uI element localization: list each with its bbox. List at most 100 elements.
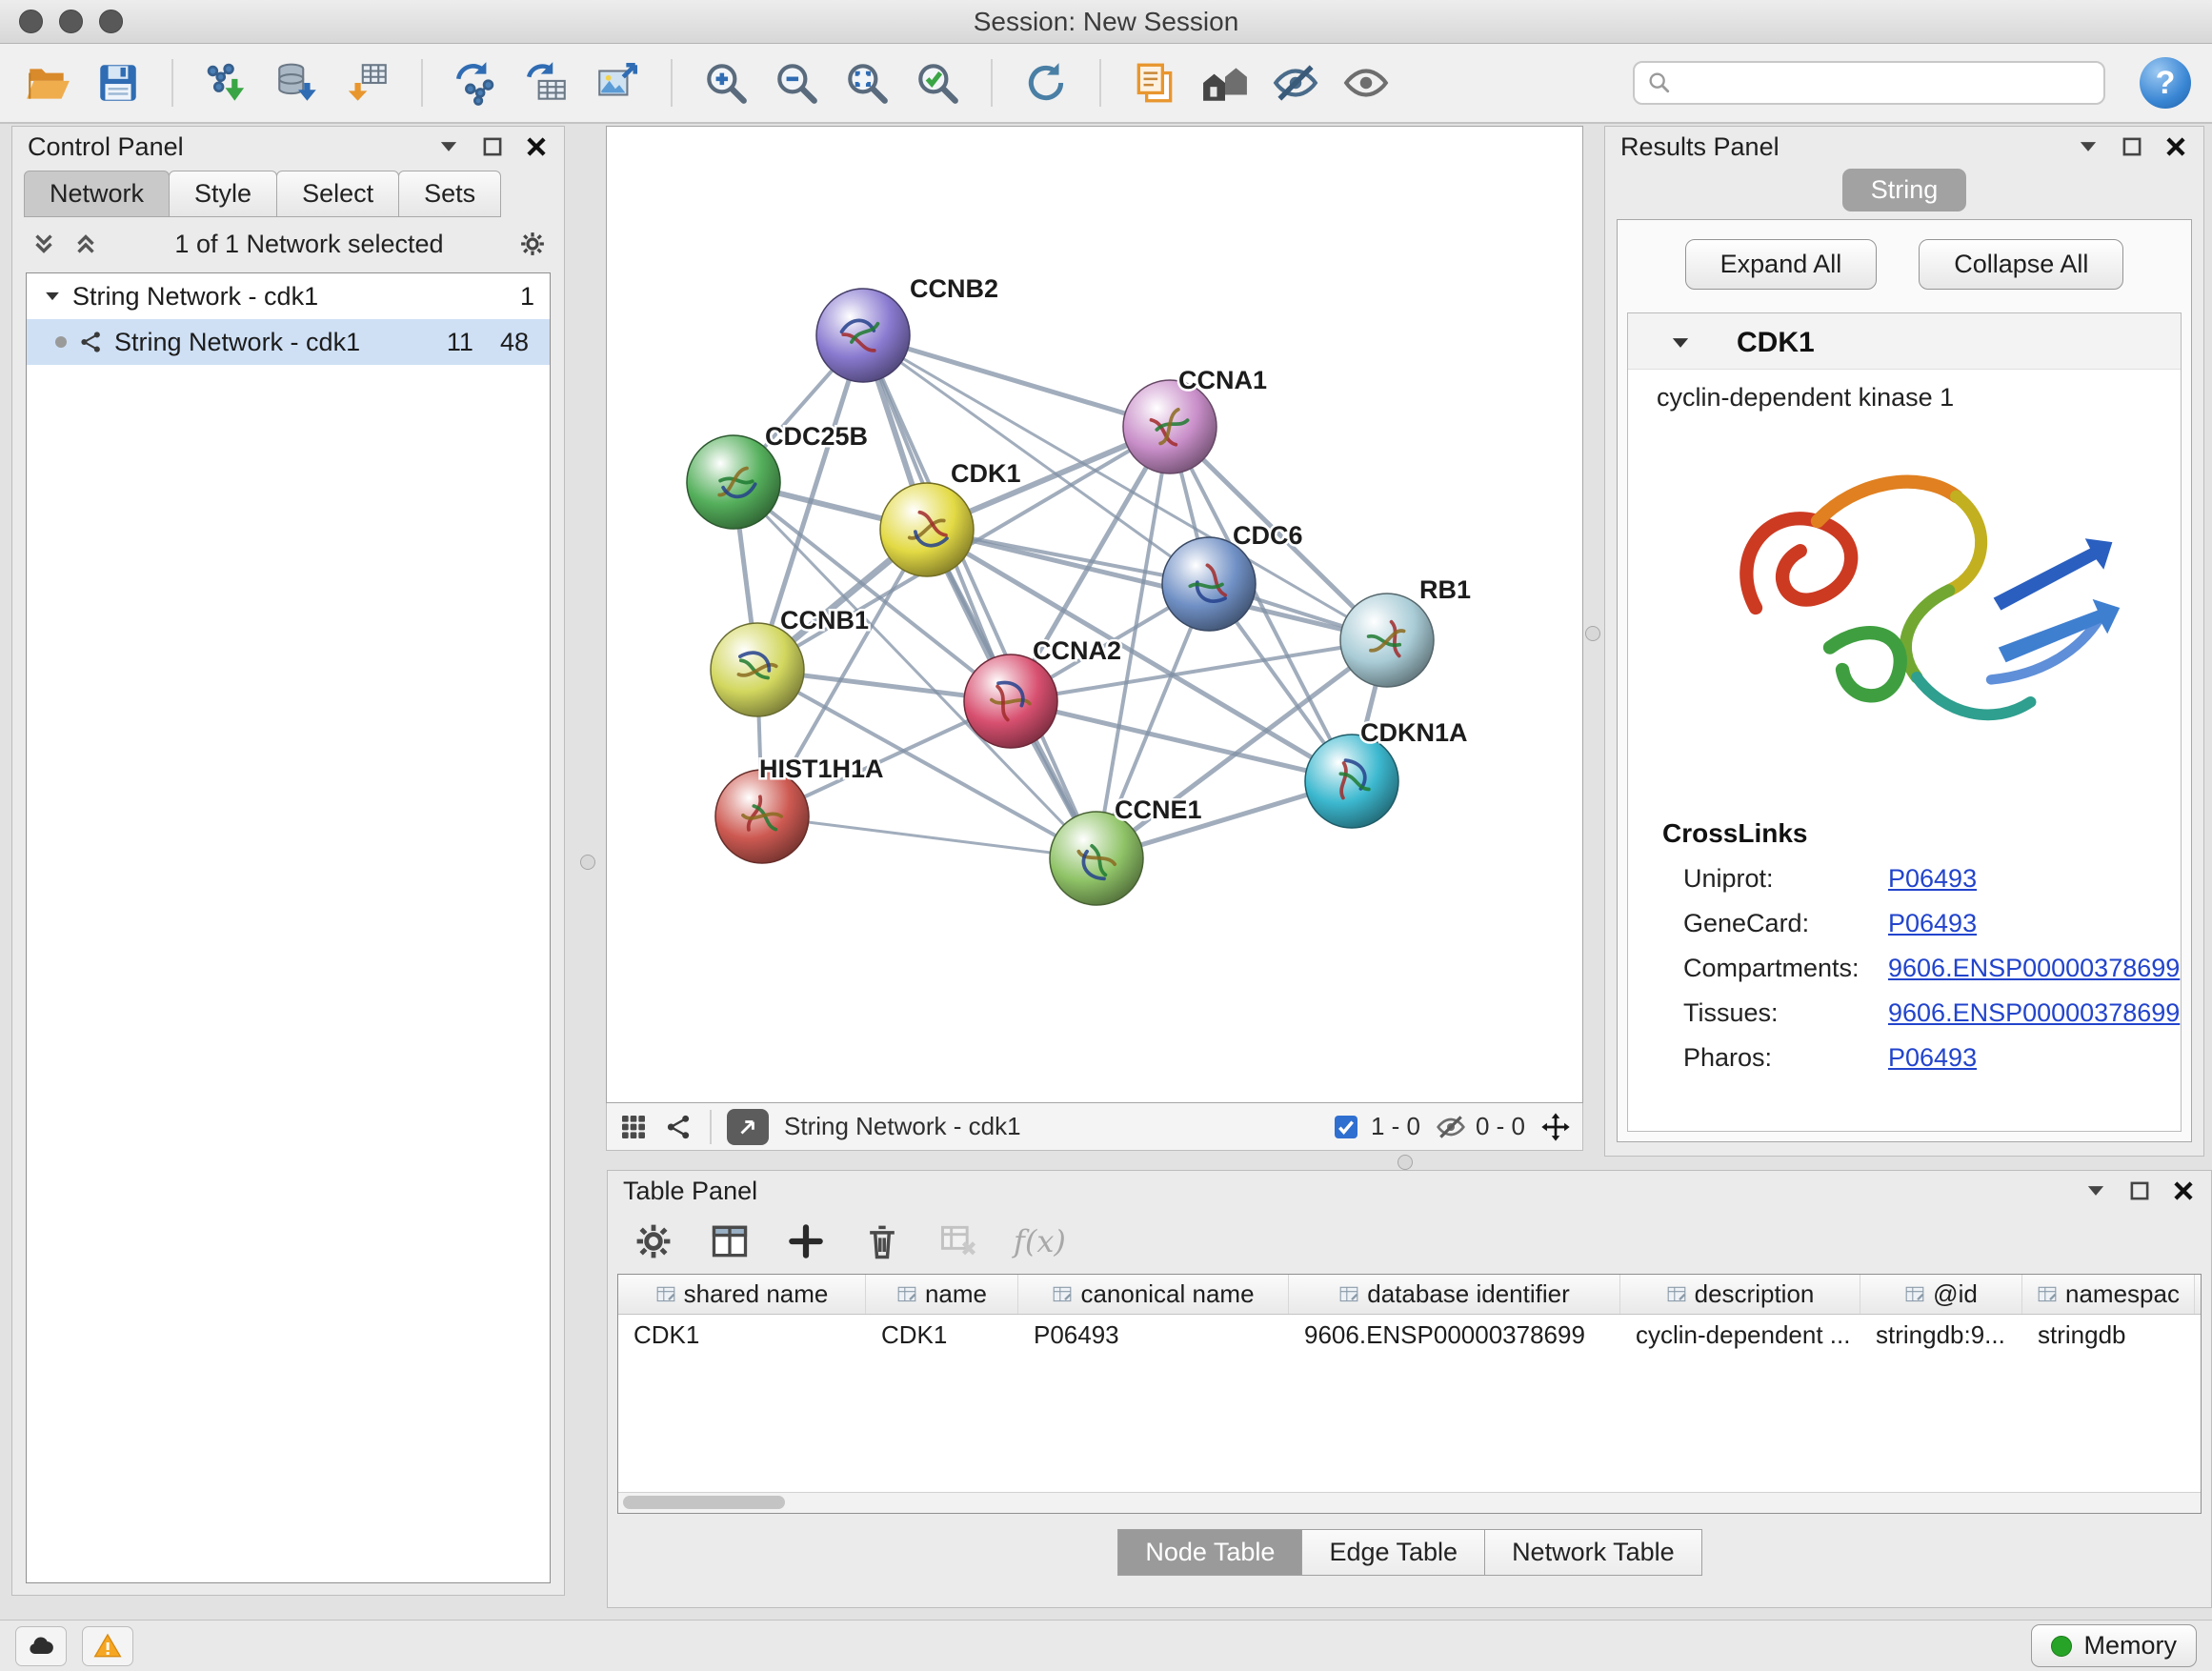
tab-edge-table[interactable]: Edge Table — [1301, 1529, 1485, 1576]
tree-row-network[interactable]: String Network - cdk11148 — [27, 319, 550, 365]
panel-maximize-icon[interactable] — [2120, 134, 2144, 159]
zoom-out-icon[interactable] — [770, 56, 823, 110]
network-node-HIST1H1A[interactable] — [715, 770, 809, 863]
delete-column-icon[interactable] — [861, 1220, 903, 1262]
network-edge-CCNB2-CCNE1[interactable] — [863, 335, 1096, 858]
right-splitter-handle[interactable] — [1585, 626, 1600, 641]
tab-node-table[interactable]: Node Table — [1117, 1529, 1302, 1576]
zoom-fit-icon[interactable] — [840, 56, 894, 110]
tree-row-collection[interactable]: String Network - cdk11 — [27, 273, 550, 319]
grid-view-icon[interactable] — [618, 1112, 649, 1142]
table-cell-canonical-name[interactable]: P06493 — [1018, 1320, 1289, 1350]
crosslink-uniprot[interactable]: P06493 — [1888, 864, 2181, 894]
crosslink-tissues[interactable]: 9606.ENSP00000378699 — [1888, 998, 2181, 1028]
network-share-icon[interactable] — [664, 1112, 694, 1142]
panel-close-icon[interactable] — [2163, 134, 2188, 159]
network-overview-icon[interactable] — [1198, 56, 1252, 110]
tab-network-table[interactable]: Network Table — [1484, 1529, 1702, 1576]
crosslink-compartments[interactable]: 9606.ENSP00000378699 — [1888, 954, 2181, 983]
table-cell-namespac[interactable]: stringdb — [2022, 1320, 2195, 1350]
column-header-canonical-name[interactable]: canonical name — [1018, 1275, 1289, 1314]
selected-checkbox-icon[interactable] — [1331, 1112, 1361, 1142]
search-input[interactable] — [1682, 69, 2092, 98]
export-image-icon[interactable] — [591, 56, 644, 110]
table-cell-name[interactable]: CDK1 — [866, 1320, 1018, 1350]
panel-maximize-icon[interactable] — [480, 134, 505, 159]
panel-float-icon[interactable] — [436, 134, 461, 159]
expand-all-tree-icon[interactable] — [30, 230, 58, 258]
network-canvas[interactable]: CCNB2CCNA1CDC25BCDK1CDC6RB1CCNB1CCNA2CDK… — [606, 126, 1583, 1103]
memory-button[interactable]: Memory — [2031, 1624, 2197, 1667]
network-node-CCNB1[interactable] — [711, 623, 804, 716]
collapse-all-button[interactable]: Collapse All — [1919, 239, 2123, 290]
zoom-in-icon[interactable] — [699, 56, 753, 110]
table-cell-id[interactable]: stringdb:9... — [1860, 1320, 2022, 1350]
detach-view-button[interactable] — [727, 1109, 769, 1145]
table-cell-database-identifier[interactable]: 9606.ENSP00000378699 — [1289, 1320, 1620, 1350]
show-all-icon[interactable] — [1339, 56, 1393, 110]
clone-network-icon[interactable] — [450, 56, 503, 110]
column-header-description[interactable]: description — [1620, 1275, 1860, 1314]
delete-table-icon[interactable] — [937, 1220, 979, 1262]
table-cell-shared-name[interactable]: CDK1 — [618, 1320, 866, 1350]
panel-float-icon[interactable] — [2076, 134, 2101, 159]
tab-sets[interactable]: Sets — [398, 171, 501, 217]
protein-entry-header[interactable]: CDK1 — [1628, 313, 2181, 370]
table-row[interactable]: CDK1CDK1P064939606.ENSP00000378699cyclin… — [618, 1315, 2201, 1355]
scrollbar-thumb[interactable] — [623, 1496, 785, 1509]
zoom-selected-icon[interactable] — [911, 56, 964, 110]
tree-caret-icon[interactable] — [42, 286, 63, 307]
expand-all-button[interactable]: Expand All — [1685, 239, 1878, 290]
panel-close-icon[interactable] — [2171, 1178, 2196, 1203]
warnings-button[interactable] — [82, 1626, 133, 1666]
column-header-id[interactable]: @id — [1860, 1275, 2022, 1314]
tab-style[interactable]: Style — [169, 171, 277, 217]
panel-close-icon[interactable] — [524, 134, 549, 159]
copy-paste-icon[interactable] — [1128, 56, 1181, 110]
network-node-CDKN1A[interactable] — [1305, 735, 1398, 828]
close-window-button[interactable] — [19, 10, 43, 33]
help-button[interactable]: ? — [2140, 57, 2191, 109]
clone-table-icon[interactable] — [520, 56, 573, 110]
cloud-button[interactable] — [15, 1626, 67, 1666]
left-splitter-handle[interactable] — [580, 855, 595, 870]
network-node-CCNB2[interactable] — [816, 289, 910, 382]
show-columns-icon[interactable] — [709, 1220, 751, 1262]
import-network-database-icon[interactable] — [271, 56, 324, 110]
import-network-file-icon[interactable] — [200, 56, 253, 110]
table-cell-description[interactable]: cyclin-dependent ... — [1620, 1320, 1860, 1350]
network-node-RB1[interactable] — [1340, 594, 1434, 687]
collapse-all-tree-icon[interactable] — [71, 230, 100, 258]
panel-maximize-icon[interactable] — [2127, 1178, 2152, 1203]
bottom-splitter-handle[interactable] — [1398, 1155, 1413, 1170]
column-header-name[interactable]: name — [866, 1275, 1018, 1314]
network-edge-CCNB2-CCNA1[interactable] — [863, 335, 1170, 427]
network-node-CCNA2[interactable] — [964, 654, 1057, 748]
horizontal-scrollbar[interactable] — [618, 1492, 2201, 1513]
function-builder-icon[interactable]: f(x) — [1014, 1223, 1066, 1259]
hide-selected-icon[interactable] — [1269, 56, 1322, 110]
save-session-icon[interactable] — [91, 56, 145, 110]
open-session-icon[interactable] — [21, 56, 74, 110]
crosslink-genecard[interactable]: P06493 — [1888, 909, 2181, 938]
tab-network[interactable]: Network — [24, 171, 170, 217]
collapse-entry-icon[interactable] — [1668, 331, 1693, 355]
network-node-CDC6[interactable] — [1162, 537, 1256, 631]
column-header-database-identifier[interactable]: database identifier — [1289, 1275, 1620, 1314]
import-table-icon[interactable] — [341, 56, 394, 110]
network-node-CDK1[interactable] — [880, 483, 974, 576]
table-settings-gear-icon[interactable] — [633, 1220, 674, 1262]
tab-select[interactable]: Select — [276, 171, 399, 217]
panel-float-icon[interactable] — [2083, 1178, 2108, 1203]
network-options-gear-icon[interactable] — [518, 230, 547, 258]
refresh-layout-icon[interactable] — [1019, 56, 1073, 110]
network-edge-HIST1H1A-CCNE1[interactable] — [762, 816, 1096, 858]
column-header-namespac[interactable]: namespac — [2022, 1275, 2195, 1314]
add-column-icon[interactable] — [785, 1220, 827, 1262]
column-header-shared-name[interactable]: shared name — [618, 1275, 866, 1314]
crosslink-pharos[interactable]: P06493 — [1888, 1043, 2181, 1073]
tab-string[interactable]: String — [1842, 169, 1967, 211]
pan-mode-icon[interactable] — [1540, 1112, 1571, 1142]
zoom-window-button[interactable] — [99, 10, 123, 33]
minimize-window-button[interactable] — [59, 10, 83, 33]
